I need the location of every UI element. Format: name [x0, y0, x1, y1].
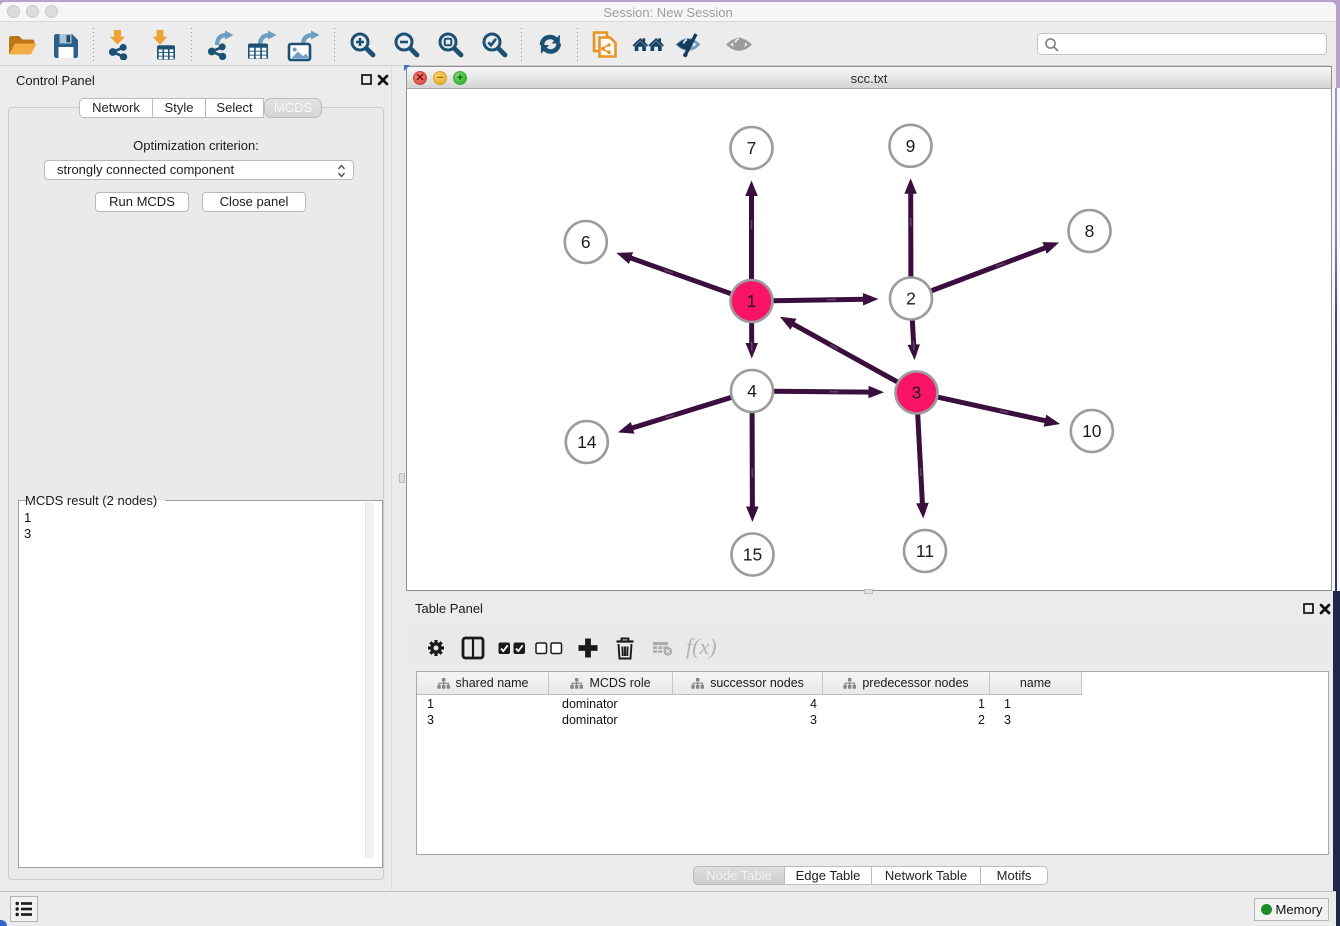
svg-text:3: 3	[912, 383, 922, 403]
svg-text:8: 8	[1085, 221, 1095, 241]
svg-text:6: 6	[581, 232, 591, 252]
svg-text:4: 4	[747, 381, 757, 401]
svg-text:2: 2	[906, 289, 916, 309]
svg-text:1: 1	[747, 291, 757, 311]
svg-text:15: 15	[743, 545, 762, 565]
svg-text:14: 14	[577, 432, 597, 452]
svg-text:7: 7	[747, 138, 757, 158]
svg-text:f(x): f(x)	[686, 635, 717, 659]
svg-text:10: 10	[1082, 421, 1102, 441]
svg-text:9: 9	[906, 136, 916, 156]
svg-text:11: 11	[916, 541, 934, 561]
